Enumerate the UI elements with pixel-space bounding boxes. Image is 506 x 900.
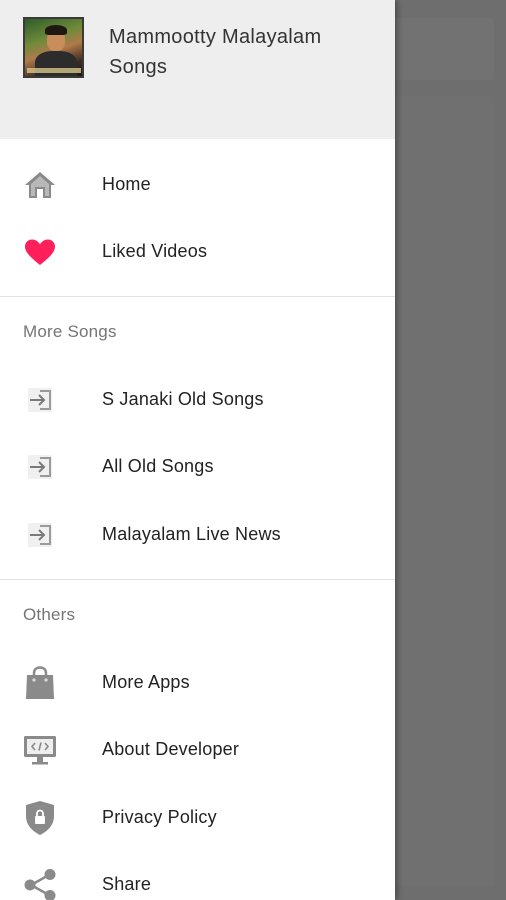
home-icon (22, 167, 58, 203)
nav-item-label: Privacy Policy (102, 807, 217, 827)
nav-item-label: About Developer (102, 739, 240, 759)
app-title: Mammootty Malayalam Songs (109, 26, 322, 78)
nav-item-label: Share (102, 874, 152, 894)
open-link-icon (22, 449, 58, 485)
heart-icon (22, 234, 58, 270)
nav-item-share[interactable]: Share (0, 851, 395, 900)
drawer-header: Mammootty Malayalam Songs (0, 0, 395, 139)
open-link-icon (22, 517, 58, 553)
divider (0, 579, 395, 580)
nav-item-label: Home (102, 174, 151, 194)
divider (0, 296, 395, 297)
share-icon (22, 867, 58, 900)
nav-item-label: More Apps (102, 672, 190, 692)
nav-item-label: Malayalam Live News (102, 524, 281, 544)
nav-item-label: S Janaki Old Songs (102, 389, 264, 409)
app-avatar (23, 17, 84, 78)
nav-item-privacy-policy[interactable]: Privacy Policy (0, 784, 395, 851)
section-title-more-songs: More Songs (23, 322, 117, 341)
nav-item-about-developer[interactable]: About Developer (0, 716, 395, 783)
monitor-code-icon (22, 732, 58, 768)
nav-item-home[interactable]: Home (0, 151, 395, 218)
nav-item-all-old-songs[interactable]: All Old Songs (0, 433, 395, 500)
shopping-bag-icon (22, 665, 58, 701)
open-link-icon (22, 382, 58, 418)
navigation-drawer: Mammootty Malayalam Songs Home Liked Vid… (0, 0, 395, 900)
nav-item-label: Liked Videos (102, 241, 208, 261)
background-content (380, 96, 494, 886)
nav-item-more-apps[interactable]: More Apps (0, 649, 395, 716)
shield-lock-icon (22, 800, 58, 836)
nav-item-s-janaki-old-songs[interactable]: S Janaki Old Songs (0, 366, 395, 433)
nav-item-liked-videos[interactable]: Liked Videos (0, 218, 395, 285)
nav-item-label: All Old Songs (102, 456, 214, 476)
section-title-others: Others (23, 605, 76, 624)
nav-item-malayalam-live-news[interactable]: Malayalam Live News (0, 501, 395, 568)
background-card (380, 18, 494, 80)
